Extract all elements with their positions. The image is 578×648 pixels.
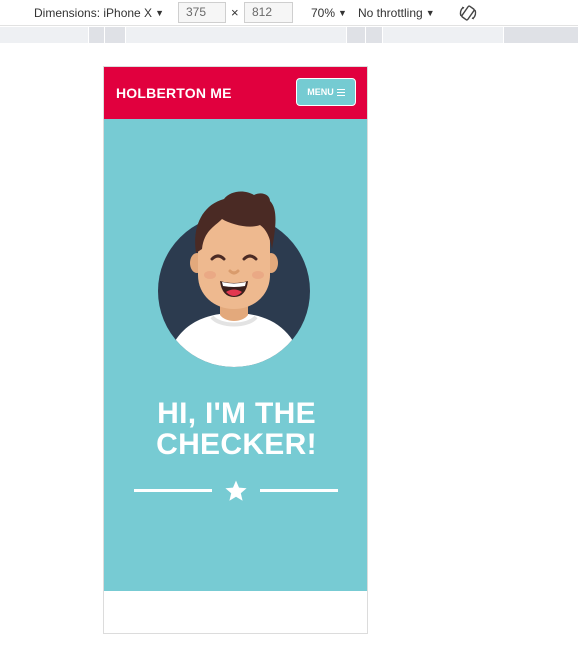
height-input[interactable]: 812 [244,2,293,23]
hero-title-line1: HI, I'M THE [157,397,316,430]
site-header: HOLBERTON ME MENU [104,67,367,119]
hero-section: HI, I'M THE CHECKER! [104,119,367,591]
dimensions-dropdown[interactable]: Dimensions: iPhone X ▼ [34,0,164,26]
ruler-segment[interactable] [0,27,88,43]
brand-logo[interactable]: HOLBERTON ME [116,67,232,119]
ruler-segment[interactable] [383,27,503,43]
below-hero-section [104,591,367,633]
dimensions-label: Dimensions: iPhone X [34,6,153,20]
menu-button[interactable]: MENU [296,78,356,106]
caret-down-icon: ▼ [155,8,164,18]
device-viewport: HOLBERTON ME MENU HI, I'M THE CHECKER! [103,66,368,634]
ruler-tick [88,27,89,43]
divider-line-left [134,489,212,492]
caret-down-icon: ▼ [425,8,435,18]
avatar-illustration [158,191,310,367]
hero-title: HI, I'M THE CHECKER! [104,397,367,461]
width-input[interactable]: 375 [178,2,226,23]
throttling-label: No throttling [358,6,423,20]
hamburger-icon [336,88,345,96]
hero-title-line2: CHECKER! [156,428,317,461]
devtools-device-toolbar: Dimensions: iPhone X ▼ 375 × 812 70% ▼ No … [0,0,578,26]
ruler-tick [503,27,504,43]
zoom-dropdown[interactable]: 70% ▼ [311,0,347,26]
caret-down-icon: ▼ [338,8,347,18]
media-query-ruler[interactable] [0,27,578,43]
throttling-dropdown[interactable]: No throttling ▼ [358,0,435,26]
times-sign: × [231,5,239,20]
ruler-segment[interactable] [126,27,346,43]
zoom-label: 70% [311,6,336,20]
ruler-tick [365,27,366,43]
star-icon [225,480,247,501]
ruler-tick [104,27,105,43]
rotate-icon[interactable] [458,4,478,22]
ruler-tick [346,27,347,43]
divider-line-right [260,489,338,492]
star-divider [104,479,367,503]
menu-label: MENU [307,87,334,97]
